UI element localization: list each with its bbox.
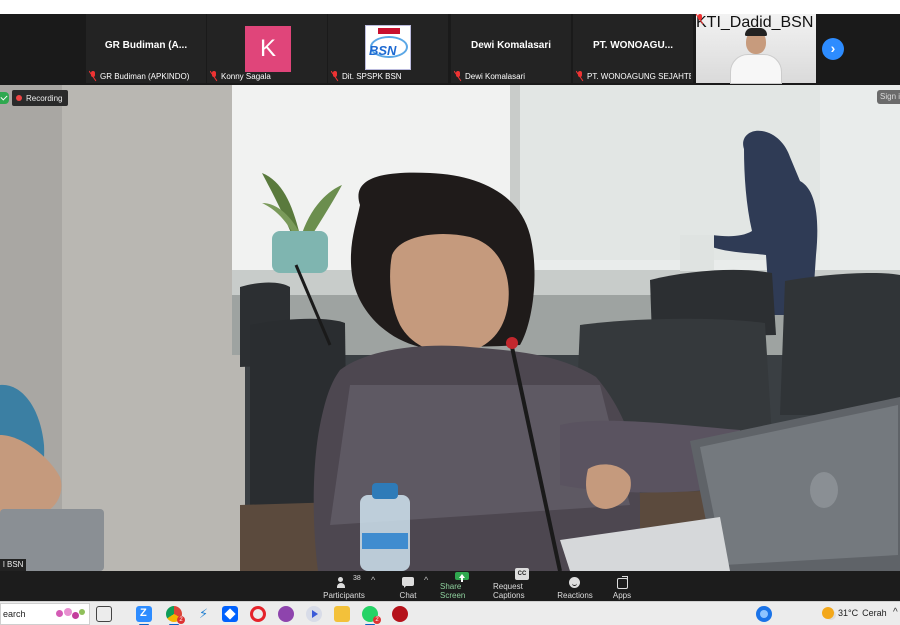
bsn-logo: BSN [365,25,411,70]
avatar: K [245,26,291,72]
tray-overflow-chevron-icon[interactable]: ^ [893,607,898,618]
zoom-icon[interactable]: Z [136,606,152,625]
participant-video-hair [745,28,767,36]
share-screen-button[interactable]: Share Screen [440,572,484,600]
sign-in-button[interactable]: Sign in [877,90,900,104]
dropbox-icon[interactable] [222,606,238,622]
search-label: earch [3,609,26,619]
vscode-icon[interactable]: ⚡ [194,606,210,622]
chat-options-chevron-icon[interactable]: ^ [424,575,428,585]
request-captions-label: Request Captions [493,582,525,600]
participant-name: PT. WONOAGUNG SEJAHTER... [587,71,691,81]
apps-button[interactable]: Apps [610,572,634,600]
windows-taskbar: earch Z 2 ⚡ 2 31°C Cerah ^ [0,601,900,625]
meeting-room-scene [0,85,900,571]
participant-tile[interactable]: GR Budiman (A... GR Budiman (APKINDO) [86,14,206,83]
mic-muted-icon [89,71,97,81]
security-shield-icon[interactable] [0,92,9,104]
whatsapp-badge: 2 [373,616,381,624]
weather-widget[interactable]: 31°C Cerah [822,607,887,619]
app-red-icon[interactable] [392,606,408,622]
mic-muted-icon [454,71,462,81]
mic-muted-icon [331,71,339,81]
request-captions-button[interactable]: CC Request Captions [493,568,551,600]
meeting-toolbar: 38 Participants ^ Chat ^ Share Screen CC… [0,568,900,601]
tray-app-icon[interactable] [756,606,772,622]
mic-muted-icon [210,71,218,81]
bsn-logo-text: BSN [369,43,397,58]
reactions-button[interactable]: Reactions [557,572,593,600]
whatsapp-icon[interactable]: 2 [362,606,381,625]
apps-icon [615,576,629,589]
recording-dot-icon [16,95,22,101]
participant-footer: PT. WONOAGUNG SEJAHTER... [576,70,691,82]
chrome-icon[interactable]: 2 [166,606,185,625]
participants-count: 38 [353,575,361,582]
participant-name: Dewi Komalasari [465,71,526,81]
chat-button[interactable]: Chat [396,572,420,600]
participant-name: Konny Sagala [221,71,271,81]
captions-icon: CC [515,568,529,580]
participant-tile[interactable]: Dewi Komalasari Dewi Komalasari [451,14,571,83]
participants-icon: 38 [337,575,361,589]
zoom-meeting-window: GR Budiman (A... GR Budiman (APKINDO) K … [0,0,900,625]
participants-button[interactable]: 38 Participants [323,572,365,600]
active-speaker-name: l BSN [0,559,27,571]
recording-indicator[interactable]: Recording [12,90,69,106]
participant-thumbnail-bar: GR Budiman (A... GR Budiman (APKINDO) K … [0,14,900,85]
file-explorer-icon[interactable] [334,606,350,622]
participant-footer: Dewi Komalasari [454,70,569,82]
media-player-icon[interactable] [306,606,322,622]
search-highlight-flower-icon [54,606,88,622]
weather-temperature: 31°C [838,608,859,618]
reactions-icon [568,577,582,589]
mic-muted-icon [576,71,584,81]
share-screen-label: Share Screen [440,582,466,600]
participant-display-name: Dewi Komalasari [470,40,552,51]
window-top-strip [0,0,900,14]
participant-name: GR Budiman (APKINDO) [100,71,190,81]
participant-display-name: PT. WONOAGU... [593,40,673,51]
participant-footer: GR Budiman (APKINDO) [89,70,204,82]
participant-footer: Konny Sagala [210,70,325,82]
main-speaker-video: Recording Sign in l BSN [0,85,900,571]
apps-label: Apps [612,591,632,600]
participants-label: Participants [323,591,365,600]
participant-tile[interactable]: K Konny Sagala [207,14,327,83]
participant-footer: Dit. SPSPK BSN [331,70,446,82]
participants-options-chevron-icon[interactable]: ^ [371,575,375,585]
participant-name: Dit. SPSPK BSN [342,71,402,81]
chat-icon [401,577,415,589]
participant-display-name: GR Budiman (A... [104,40,188,51]
chrome-badge: 2 [177,616,185,624]
app-purple-icon[interactable] [278,606,294,622]
participant-tile[interactable]: PT. WONOAGU... PT. WONOAGUNG SEJAHTER... [573,14,693,83]
recording-label: Recording [26,93,63,103]
participant-video-person [730,54,782,84]
reactions-label: Reactions [557,591,593,600]
chat-label: Chat [399,591,417,600]
share-screen-icon [455,572,469,582]
taskbar-search-box[interactable]: earch [0,603,90,625]
weather-description: Cerah [862,608,887,618]
participant-video-tile[interactable]: KTI_Dadid_BSN [696,14,816,84]
task-view-icon[interactable] [96,606,112,622]
next-page-button[interactable]: › [822,38,844,60]
participant-tile[interactable]: BSN Dit. SPSPK BSN [328,14,448,83]
weather-sun-icon [822,607,834,619]
opera-icon[interactable] [250,606,266,622]
bsn-logo-flag [378,28,400,34]
